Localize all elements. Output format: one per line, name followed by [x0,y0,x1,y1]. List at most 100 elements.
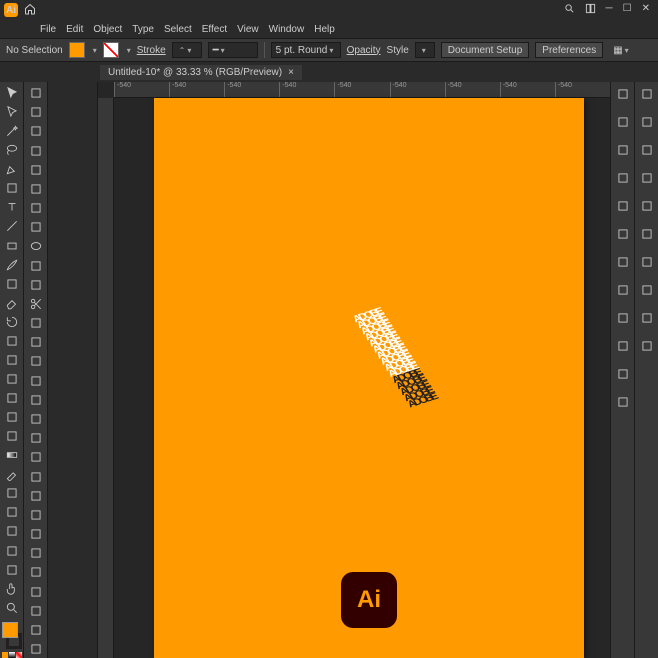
perspective-tool[interactable] [2,408,22,426]
graphic-style[interactable]: ▾ [415,42,435,58]
artwork-adobe-text[interactable]: ADOBEADOBEADOBEADOBEADOBEADOBEADOBEADOBE… [204,178,534,458]
menu-view[interactable]: View [237,24,259,35]
stroke-swatch[interactable] [103,42,119,58]
rectangle-tool[interactable] [2,237,22,255]
shaper-tool[interactable] [2,275,22,293]
slice-tool[interactable] [2,561,22,579]
stroke-weight-field[interactable]: ⌃▾ [172,42,202,58]
mesh-tool[interactable] [2,427,22,445]
menu-file[interactable]: File [40,24,56,35]
free-transform-tool[interactable] [2,370,22,388]
menu-object[interactable]: Object [93,24,122,35]
perspective-select-tool[interactable] [26,410,46,428]
ellipse-tool[interactable] [26,237,46,255]
slice2-tool[interactable] [26,563,46,581]
arrow-tool[interactable] [26,84,46,102]
transparency-panel-icon[interactable] [613,280,633,300]
zoom-tool[interactable] [2,599,22,617]
scale-tool[interactable] [2,332,22,350]
scissors-tool[interactable] [26,295,46,313]
properties-panel-icon[interactable] [613,84,633,104]
brush-definition[interactable]: 5 pt. Round▾ [271,42,341,58]
shape-builder-tool[interactable] [2,389,22,407]
close-icon[interactable]: ✕ [642,3,650,17]
arc-tool[interactable] [26,218,46,236]
gradient-tool[interactable] [2,446,22,464]
menu-help[interactable]: Help [314,24,335,35]
artboard[interactable]: ADOBEADOBEADOBEADOBEADOBEADOBEADOBEADOBE… [154,98,584,658]
appearance-panel-icon[interactable] [613,308,633,328]
blob-brush-tool[interactable] [26,257,46,275]
menu-window[interactable]: Window [269,24,305,35]
graph2-tool[interactable] [26,525,46,543]
swatches-panel-icon[interactable] [613,140,633,160]
blend-tool[interactable] [2,484,22,502]
gradient-panel-icon[interactable] [613,252,633,272]
document-setup-button[interactable]: Document Setup [441,42,530,58]
canvas-area[interactable]: -540-540-540-540-540-540-540-540-540 ADO… [98,82,610,658]
menu-effect[interactable]: Effect [202,24,227,35]
selection-tool[interactable] [2,84,22,102]
info-panel-icon[interactable] [637,308,657,328]
symbol-sprayer-tool[interactable] [2,503,22,521]
direct-selection-tool[interactable] [2,103,22,121]
hand-tool[interactable] [2,580,22,598]
arrange-icon[interactable] [585,3,596,17]
menu-select[interactable]: Select [164,24,192,35]
line-tool[interactable] [2,217,22,235]
lasso-tool[interactable] [2,141,22,159]
rotate-tool[interactable] [2,313,22,331]
search-icon[interactable] [564,3,575,17]
fill-swatch[interactable] [69,42,85,58]
graphic-styles-panel-icon[interactable] [613,336,633,356]
symbols-panel-icon[interactable] [613,196,633,216]
magic-wand-tool[interactable] [2,122,22,140]
smooth-tool[interactable] [26,180,46,198]
group-select-tool[interactable] [26,103,46,121]
extra2-tool[interactable] [26,640,46,658]
variable-width-profile[interactable]: ━▾ [208,42,258,58]
menu-type[interactable]: Type [132,24,154,35]
layers-panel-icon[interactable] [613,364,633,384]
close-tab-icon[interactable]: × [288,67,294,78]
navigator-panel-icon[interactable] [637,336,657,356]
paragraph-panel-icon[interactable] [637,112,657,132]
lasso2-tool[interactable] [26,142,46,160]
column-graph-tool[interactable] [2,522,22,540]
color-panel-icon[interactable] [613,112,633,132]
opacity-label[interactable]: Opacity [347,45,381,56]
artboard2-tool[interactable] [26,544,46,562]
transform-panel-icon[interactable] [637,224,657,244]
blend2-tool[interactable] [26,487,46,505]
artboard-tool[interactable] [2,542,22,560]
actions-panel-icon[interactable] [637,280,657,300]
stroke-label[interactable]: Stroke [137,45,166,56]
color-mode-row[interactable] [2,652,22,658]
curvature-tool[interactable] [2,179,22,197]
area-type-tool[interactable] [26,199,46,217]
shear-tool[interactable] [26,333,46,351]
links-panel-icon[interactable] [637,252,657,272]
menu-edit[interactable]: Edit [66,24,83,35]
live-paint-tool[interactable] [26,391,46,409]
type-tool[interactable] [2,198,22,216]
mesh2-tool[interactable] [26,429,46,447]
width-tool[interactable] [2,351,22,369]
reflect-tool[interactable] [26,314,46,332]
measure-tool[interactable] [26,467,46,485]
extra1-tool[interactable] [26,621,46,639]
grad2-tool[interactable] [26,448,46,466]
preferences-button[interactable]: Preferences [535,42,603,58]
maximize-icon[interactable]: ☐ [623,3,632,17]
align-panel-icon[interactable] [637,168,657,188]
character-panel-icon[interactable] [637,84,657,104]
stroke-panel-icon[interactable] [613,224,633,244]
pencil-tool[interactable] [26,276,46,294]
warp-tool[interactable] [26,352,46,370]
pen-tool[interactable] [2,160,22,178]
symbol2-tool[interactable] [26,506,46,524]
wand2-tool[interactable] [26,122,46,140]
pathfinder-panel-icon[interactable] [637,196,657,216]
zoom2-tool[interactable] [26,602,46,620]
document-tab[interactable]: Untitled-10* @ 33.33 % (RGB/Preview) × [100,65,302,80]
